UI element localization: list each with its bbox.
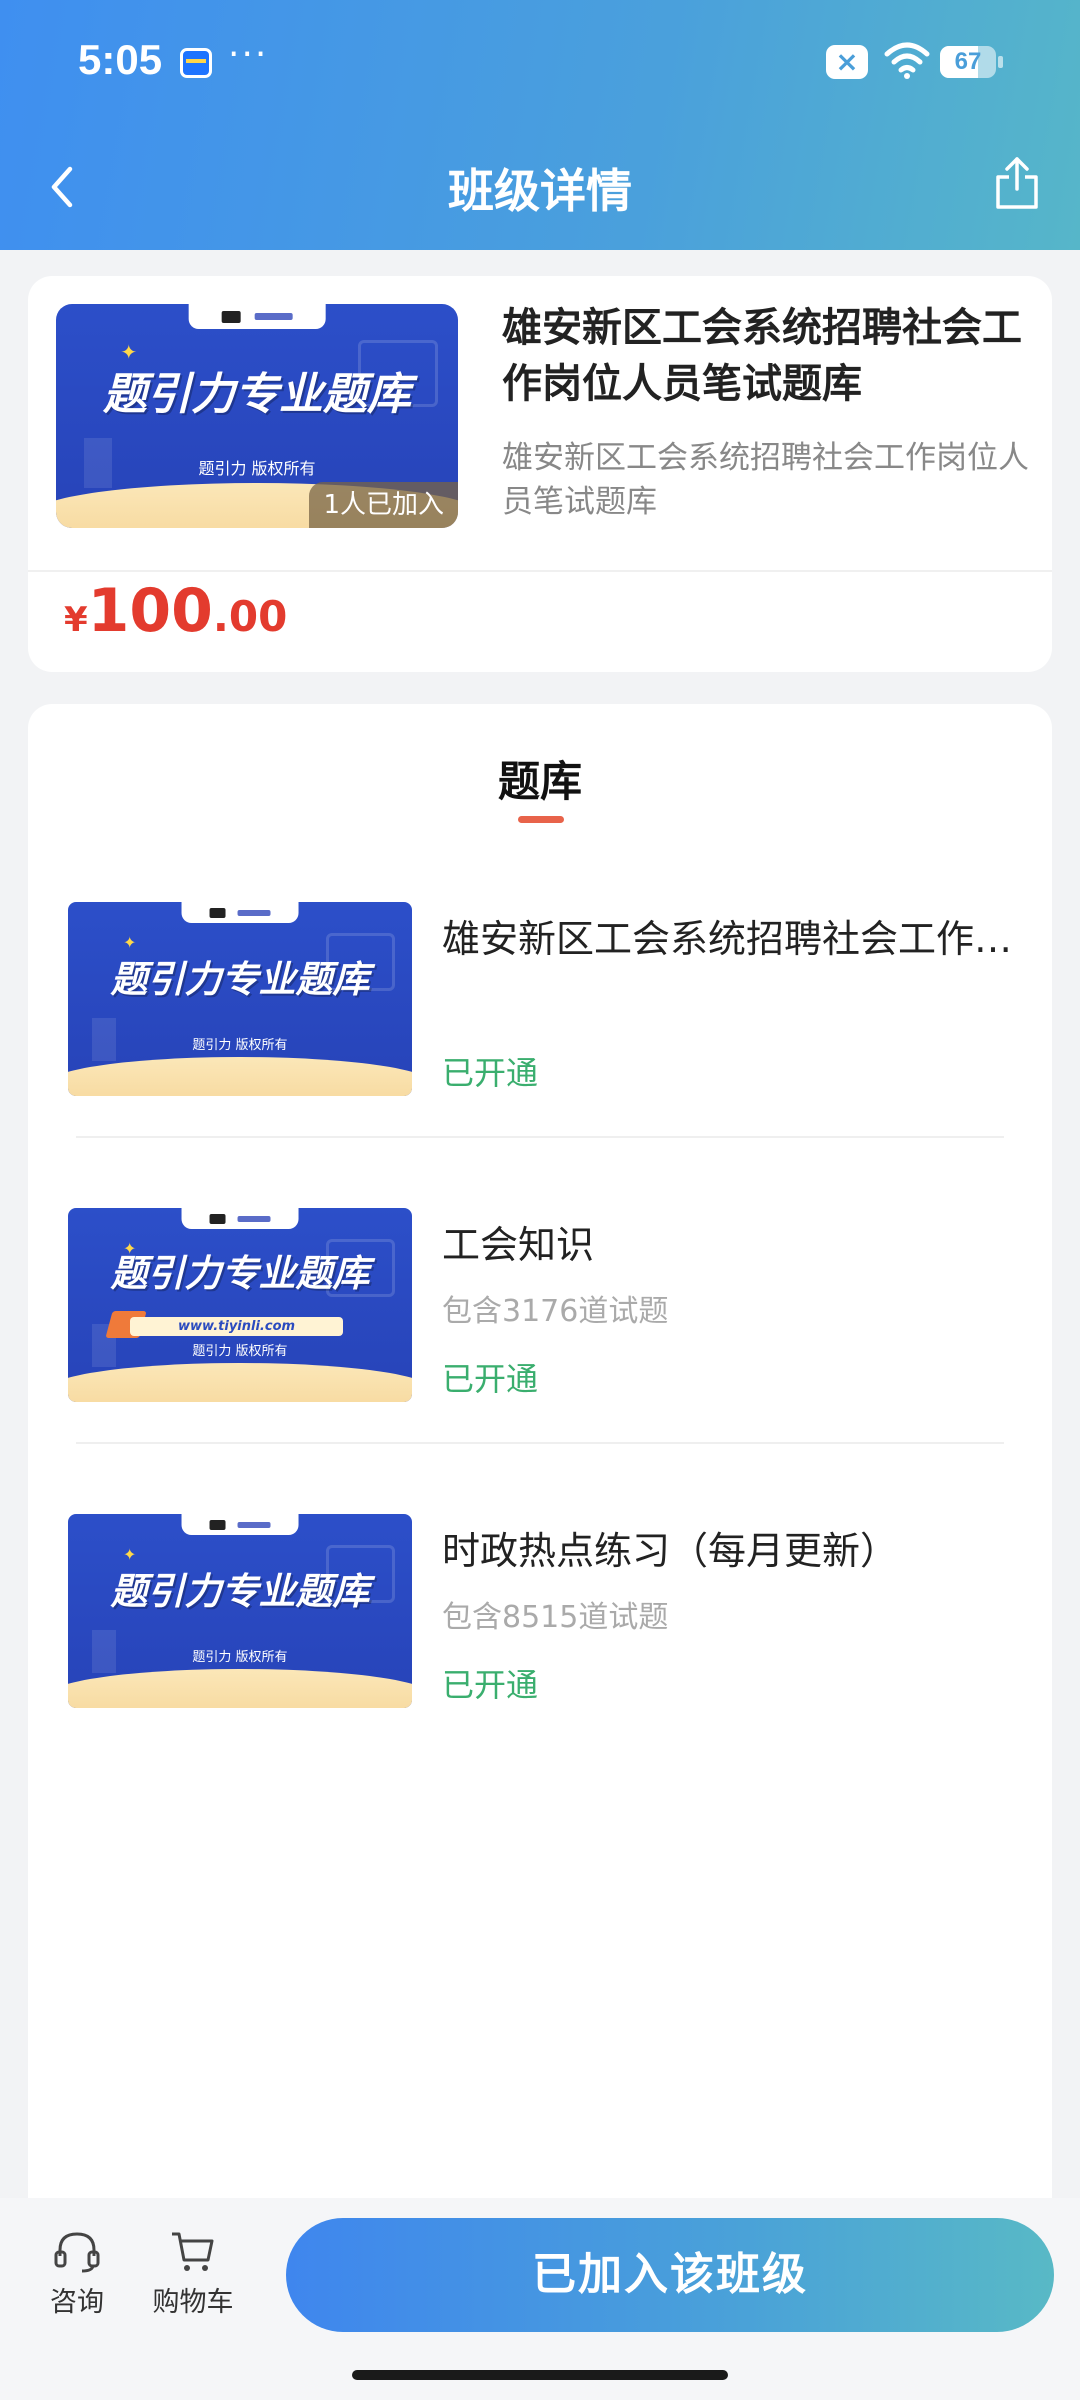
shopping-cart-icon [172, 2232, 214, 2271]
cover-copyright: 题引力 版权所有 [192, 1650, 288, 1666]
bank-item-name: 时政热点练习（每月更新） [442, 1529, 899, 1573]
question-bank-section: 题库 ✦ 题引力专业题库 题引力 版权所有 雄安新区工会系统招聘社会工作岗位人员… [28, 704, 1052, 2198]
class-title: 雄安新区工会系统招聘社会工作岗位人员笔试题库 [502, 305, 1022, 407]
price-integer: 100 [87, 576, 213, 646]
bank-cover-image: ✦ 题引力专业题库 题引力 版权所有 [68, 902, 412, 1096]
cover-sand-wave [68, 1363, 412, 1402]
status-bar: 5:05 ··· × 67 [0, 0, 1080, 125]
cart-button[interactable]: 购物车 [148, 2228, 238, 2319]
cover-banner-text: 题引力专业题库 [110, 1569, 370, 1613]
cover-logo-tab [181, 1208, 299, 1230]
divider [28, 570, 1052, 572]
section-tab-title[interactable]: 题库 [28, 748, 1052, 809]
bank-item-count: 包含3176道试题 [442, 1294, 669, 1329]
joined-class-button[interactable]: 已加入该班级 [286, 2218, 1054, 2332]
class-info-card: ✦ 题引力专业题库 题引力 版权所有 1人已加入 雄安新区工会系统招聘社会工作岗… [28, 276, 1052, 672]
bank-item-status: 已开通 [442, 1666, 539, 1704]
header: 5:05 ··· × 67 班级详情 [0, 0, 1080, 250]
cart-label: 购物车 [152, 2287, 234, 2318]
page-title: 班级详情 [448, 164, 632, 218]
home-indicator[interactable] [352, 2370, 728, 2380]
class-subtitle: 雄安新区工会系统招聘社会工作岗位人员笔试题库 [502, 440, 1029, 520]
battery-tip [998, 56, 1003, 68]
bank-cover-image: ✦ 题引力专业题库 www.tiyinli.com 题引力 版权所有 [68, 1208, 412, 1402]
cover-sand-wave [68, 1057, 412, 1096]
bank-item-status: 已开通 [442, 1054, 539, 1092]
cover-banner-text: 题引力专业题库 [110, 1251, 370, 1295]
bank-item-name: 雄安新区工会系统招聘社会工作岗位人员笔试题库 [442, 917, 1022, 961]
tab-active-indicator [518, 816, 564, 823]
class-cover-image: ✦ 题引力专业题库 题引力 版权所有 1人已加入 [56, 304, 458, 528]
price: ¥100.00 [64, 576, 287, 646]
more-notifications-icon: ··· [228, 34, 269, 75]
bank-item-count: 包含8515道试题 [442, 1600, 669, 1635]
nav-bar: 班级详情 [0, 125, 1080, 250]
consult-button[interactable]: 咨询 [40, 2228, 114, 2319]
cover-url: www.tiyinli.com [129, 1316, 344, 1337]
price-currency: ¥ [64, 600, 88, 640]
wifi-icon [884, 42, 930, 79]
status-time: 5:05 [78, 36, 163, 83]
wallet-app-icon [180, 48, 212, 78]
list-item[interactable]: ✦ 题引力专业题库 www.tiyinli.com 题引力 版权所有 工会知识 … [28, 1208, 1052, 1444]
consult-label: 咨询 [50, 2287, 104, 2318]
divider [76, 1136, 1004, 1138]
cover-logo-tab [181, 902, 299, 924]
cover-banner-text: 题引力专业题库 [103, 368, 411, 420]
cover-copyright: 题引力 版权所有 [192, 1344, 288, 1360]
cover-logo-tab [188, 304, 326, 329]
close-badge-icon: × [826, 45, 868, 79]
list-item[interactable]: ✦ 题引力专业题库 题引力 版权所有 时政热点练习（每月更新） 包含8515道试… [28, 1514, 1052, 1734]
cover-logo-tab [181, 1514, 299, 1536]
cover-banner-text: 题引力专业题库 [110, 957, 370, 1001]
cover-sand-wave [68, 1669, 412, 1708]
bank-item-status: 已开通 [442, 1360, 539, 1398]
price-decimal: .00 [212, 592, 288, 641]
share-icon[interactable] [992, 153, 1042, 213]
cover-copyright: 题引力 版权所有 [192, 1038, 288, 1054]
battery-icon: 67 [940, 46, 996, 78]
divider [76, 1442, 1004, 1444]
joined-count-badge: 1人已加入 [309, 482, 458, 528]
bank-cover-image: ✦ 题引力专业题库 题引力 版权所有 [68, 1514, 412, 1708]
cover-copyright: 题引力 版权所有 [198, 458, 316, 478]
bank-item-name: 工会知识 [442, 1223, 595, 1267]
headset-icon [54, 2232, 100, 2273]
battery-percent: 67 [954, 48, 982, 75]
list-item[interactable]: ✦ 题引力专业题库 题引力 版权所有 雄安新区工会系统招聘社会工作岗位人员笔试题… [28, 902, 1052, 1138]
